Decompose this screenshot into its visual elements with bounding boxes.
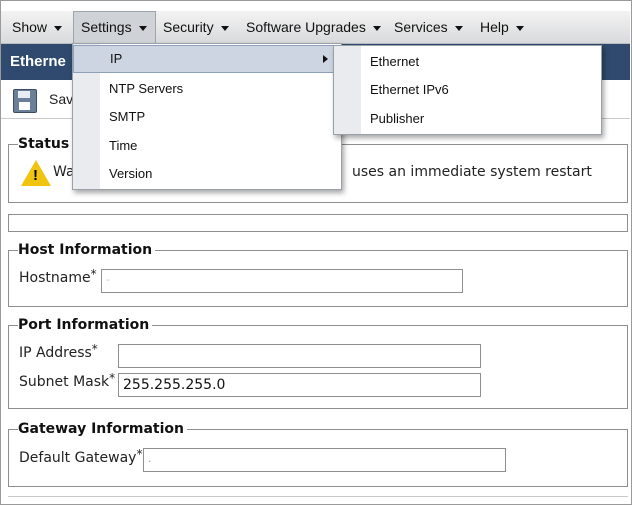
chevron-down-icon [454,25,463,31]
ip-address-label-text: IP Address [19,345,92,361]
menu-show[interactable]: Show [12,11,63,43]
blank-panel [8,214,628,232]
menu-item-publisher[interactable]: Publisher [370,105,590,133]
subnet-mask-input[interactable]: 255.255.255.0 [118,373,481,397]
ip-submenu: Ethernet Ethernet IPv6 Publisher [333,45,602,135]
warning-exclamation: ! [33,167,38,184]
default-gateway-input[interactable]: . [143,448,506,472]
status-legend: Status [18,136,73,152]
default-gateway-label-text: Default Gateway [19,450,137,466]
hostname-label-text: Hostname [19,270,91,286]
menu-security[interactable]: Security [163,11,229,43]
save-icon[interactable] [13,89,37,113]
required-marker: * [91,342,98,356]
hostname-label: Hostname* [19,267,97,286]
menu-services[interactable]: Services [394,11,463,43]
required-marker: * [136,447,143,461]
ip-address-label: IP Address* [19,342,98,361]
hostname-input[interactable]: - [101,269,463,293]
chevron-down-icon [220,25,229,31]
host-information-section: Host Information Hostname* - [8,242,628,307]
menu-settings[interactable]: Settings [73,11,156,43]
menu-item-smtp[interactable]: SMTP [109,103,329,131]
menu-item-ethernet[interactable]: Ethernet [370,48,590,76]
chevron-down-icon [54,25,63,31]
host-legend: Host Information [18,242,156,258]
menu-services-label: Services [394,19,448,35]
menu-item-time[interactable]: Time [109,132,329,160]
menu-settings-label: Settings [81,19,132,35]
save-button[interactable]: Sav [49,91,73,107]
menu-bar: Show Settings Security Software Upgrades… [1,11,630,44]
gateway-information-section: Gateway Information Default Gateway* . [8,421,628,487]
menu-item-version[interactable]: Version [109,160,329,188]
menu-software-upgrades-label: Software Upgrades [246,19,366,35]
chevron-down-icon [138,25,147,31]
required-marker: * [90,267,97,281]
submenu-arrow-icon [323,55,328,63]
menu-item-ip-label: IP [110,51,123,66]
port-legend: Port Information [18,317,153,333]
warning-text-suffix: uses an immediate system restart [352,164,592,180]
menu-item-ip[interactable]: IP [73,45,339,73]
menu-help[interactable]: Help [480,11,524,43]
port-information-section: Port Information IP Address* Subnet Mask… [8,317,628,409]
menu-gutter [334,46,361,134]
chevron-down-icon [515,25,524,31]
ip-address-input[interactable] [118,344,481,368]
subnet-mask-label: Subnet Mask* [19,371,116,390]
required-marker: * [109,371,116,385]
menu-item-ntp-servers[interactable]: NTP Servers [109,75,329,103]
menu-item-ethernet-ipv6[interactable]: Ethernet IPv6 [370,76,590,104]
subnet-mask-label-text: Subnet Mask [19,374,110,390]
menu-show-label: Show [12,19,48,35]
gateway-legend: Gateway Information [18,421,187,437]
settings-dropdown-menu: IP NTP Servers SMTP Time Version [72,43,342,190]
menu-security-label: Security [163,19,214,35]
default-gateway-label: Default Gateway* [19,447,143,466]
page-title: Etherne [10,53,66,70]
menu-help-label: Help [480,19,509,35]
bottom-divider [8,496,628,497]
chevron-down-icon [372,25,381,31]
menu-software-upgrades[interactable]: Software Upgrades [246,11,381,43]
